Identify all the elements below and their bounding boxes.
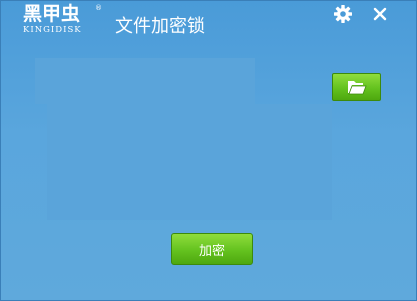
app-window: 黑甲虫 ® KINGIDISK 文件加密锁 加密 <box>0 0 417 301</box>
content-panel-main <box>47 104 332 220</box>
content-panel-top <box>35 58 255 104</box>
close-icon <box>373 7 387 21</box>
encrypt-button[interactable]: 加密 <box>171 233 253 265</box>
close-button[interactable] <box>369 4 391 24</box>
logo-chinese-text: 黑甲虫 <box>23 3 81 25</box>
browse-folder-button[interactable] <box>332 73 381 101</box>
logo-english-text: KINGIDISK <box>23 25 82 35</box>
gear-icon <box>334 5 352 23</box>
registered-mark: ® <box>95 4 102 12</box>
window-title: 文件加密锁 <box>115 16 205 37</box>
brand-logo: 黑甲虫 ® KINGIDISK <box>23 3 102 36</box>
settings-button[interactable] <box>332 4 354 24</box>
folder-open-icon <box>347 81 367 95</box>
